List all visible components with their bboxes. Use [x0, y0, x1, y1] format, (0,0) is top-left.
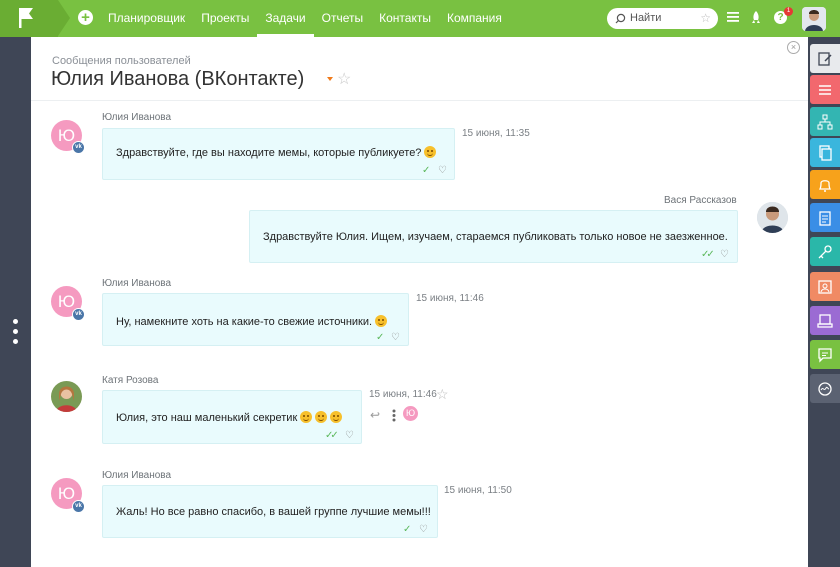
- user-avatar[interactable]: [802, 7, 826, 31]
- rail-edit-button[interactable]: [810, 44, 840, 73]
- nav-company[interactable]: Компания: [439, 0, 510, 37]
- message-author: Катя Розова: [102, 375, 159, 386]
- menu-icon[interactable]: [727, 11, 739, 23]
- page-title: Юлия Иванова (ВКонтакте): [51, 68, 305, 90]
- message-time: 15 июня, 11:35: [462, 128, 530, 139]
- documents-icon: [819, 144, 832, 161]
- breadcrumb: Сообщения пользователей: [52, 55, 191, 67]
- message-bubble: Здравствуйте Юлия. Ищем, изучаем, старае…: [249, 210, 738, 263]
- search-icon: [615, 13, 626, 24]
- emoji-icon: [300, 411, 313, 423]
- avatar[interactable]: [51, 381, 82, 412]
- inbox-icon: [817, 313, 833, 328]
- emoji-icon: [315, 411, 328, 423]
- top-bar: + Планировщик Проекты Задачи Отчеты Конт…: [0, 0, 840, 37]
- read-double-check-icon: ✓✓: [325, 430, 339, 441]
- message-time: 15 июня, 11:50: [444, 485, 512, 496]
- clipboard-icon: [819, 210, 831, 226]
- flag-logo-icon[interactable]: [18, 7, 34, 29]
- message-text: Здравствуйте Юлия. Ищем, изучаем, старае…: [263, 231, 728, 243]
- bell-icon: [818, 179, 832, 192]
- emoji-icon: [330, 411, 343, 423]
- nav-projects[interactable]: Проекты: [193, 0, 257, 37]
- like-heart-icon[interactable]: ♡: [391, 332, 400, 343]
- rail-notifications-button[interactable]: [810, 170, 840, 199]
- rail-structure-button[interactable]: [810, 107, 840, 136]
- emoji-icon: [424, 146, 437, 158]
- avatar[interactable]: [757, 202, 788, 233]
- read-check-icon: ✓: [403, 524, 412, 535]
- rail-clipboard-button[interactable]: [810, 203, 840, 232]
- message-bubble: Ну, намекните хоть на какие-то свежие ис…: [102, 293, 409, 346]
- nav-contacts[interactable]: Контакты: [371, 0, 439, 37]
- nav-tasks[interactable]: Задачи: [257, 0, 314, 37]
- like-heart-icon[interactable]: ♡: [419, 524, 428, 535]
- message-text: Ну, намекните хоть на какие-то свежие ис…: [116, 315, 388, 328]
- read-check-icon: ✓: [376, 332, 385, 343]
- close-icon[interactable]: ×: [787, 41, 800, 54]
- rail-contacts-button[interactable]: [810, 272, 840, 301]
- rail-activity-button[interactable]: [810, 374, 840, 403]
- vk-icon: vk: [72, 308, 85, 321]
- message-bubble: Жаль! Но все равно спасибо, в вашей груп…: [102, 485, 438, 538]
- message-bubble: Юлия, это наш маленький секретик ✓✓ ♡: [102, 390, 362, 444]
- wave-icon: [818, 381, 832, 396]
- rail-key-button[interactable]: [810, 237, 840, 266]
- favorite-star-icon[interactable]: ☆: [436, 386, 449, 403]
- notification-badge: 1: [784, 7, 793, 16]
- logo-area: [0, 0, 70, 37]
- nav-reports[interactable]: Отчеты: [314, 0, 371, 37]
- chat-icon: [818, 347, 832, 363]
- key-icon: [818, 244, 832, 258]
- emoji-icon: [375, 315, 388, 327]
- message-text: Здравствуйте, где вы находите мемы, кото…: [116, 146, 437, 159]
- rail-chat-button[interactable]: [810, 340, 840, 369]
- favorite-star-icon[interactable]: ☆: [337, 69, 351, 89]
- right-rail: [808, 37, 840, 567]
- message-text: Жаль! Но все равно спасибо, в вашей груп…: [116, 506, 431, 518]
- like-heart-icon[interactable]: ♡: [345, 430, 354, 441]
- message-time: 15 июня, 11:46: [369, 389, 437, 400]
- more-options-icon[interactable]: [13, 319, 18, 349]
- message-author: Вася Рассказов: [664, 195, 737, 206]
- message-time: 15 июня, 11:46: [416, 293, 484, 304]
- message-author: Юлия Иванова: [102, 278, 172, 289]
- message-bubble: Здравствуйте, где вы находите мемы, кото…: [102, 128, 455, 180]
- left-rail: [0, 37, 31, 567]
- divider: [31, 100, 808, 101]
- reply-icon[interactable]: ↩: [370, 408, 380, 422]
- hierarchy-icon: [817, 114, 833, 129]
- edit-icon: [818, 51, 832, 66]
- star-icon[interactable]: ☆: [700, 11, 711, 25]
- rail-tasks-button[interactable]: [810, 75, 840, 104]
- nav-planner[interactable]: Планировщик: [100, 0, 193, 37]
- rocket-icon[interactable]: [751, 11, 761, 24]
- list-icon: [819, 84, 831, 95]
- create-plus-icon[interactable]: +: [78, 10, 93, 25]
- contact-card-icon: [818, 279, 832, 294]
- like-heart-icon[interactable]: ♡: [438, 165, 447, 176]
- search-input[interactable]: Найти ☆: [607, 8, 718, 29]
- search-placeholder: Найти: [630, 12, 662, 24]
- vk-icon: vk: [72, 141, 85, 154]
- more-vertical-icon[interactable]: [392, 409, 396, 422]
- main-nav: Планировщик Проекты Задачи Отчеты Контак…: [100, 0, 510, 37]
- read-check-icon: ✓: [422, 165, 431, 176]
- rail-inbox-button[interactable]: [810, 306, 840, 335]
- like-heart-icon[interactable]: ♡: [720, 249, 729, 260]
- dropdown-arrow-icon[interactable]: [327, 77, 333, 81]
- read-double-check-icon: ✓✓: [701, 249, 715, 260]
- message-author: Юлия Иванова: [102, 112, 172, 123]
- message-author: Юлия Иванова: [102, 470, 172, 481]
- rail-documents-button[interactable]: [810, 138, 840, 167]
- messages-panel: Сообщения пользователей Юлия Иванова (ВК…: [31, 37, 808, 567]
- message-text: Юлия, это наш маленький секретик: [116, 411, 343, 424]
- reader-avatar: Ю: [403, 406, 418, 421]
- vk-icon: vk: [72, 500, 85, 513]
